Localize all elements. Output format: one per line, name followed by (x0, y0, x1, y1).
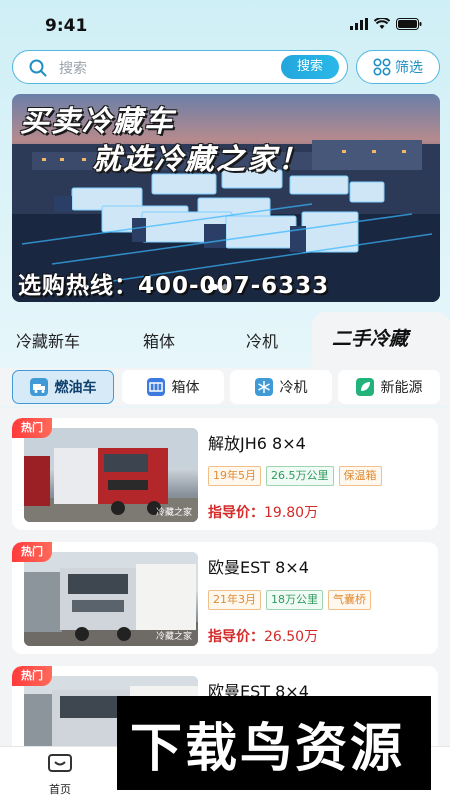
hot-badge: 热门 (12, 666, 52, 686)
listing-title: 解放JH6 8×4 (208, 434, 306, 453)
filter-label: 筛选 (395, 60, 423, 76)
category-tabs: 冷藏新车 箱体 冷机 二手冷藏 (0, 312, 450, 368)
search-input[interactable]: 搜索 搜索 (12, 50, 348, 84)
filter-button[interactable]: 筛选 (356, 50, 440, 84)
subtab-cooler[interactable]: 冷机 (230, 370, 332, 404)
wifi-icon (374, 18, 390, 29)
truck-icon (29, 378, 48, 396)
tag-feature: 气囊桥 (328, 590, 371, 610)
box-icon (146, 378, 165, 396)
filter-icon (373, 58, 391, 76)
tag-mileage: 18万公里 (266, 590, 323, 610)
banner-headline-2: 就选冷藏之家！ (92, 142, 310, 176)
nav-home[interactable]: 首页 (40, 753, 80, 797)
image-watermark: 冷藏之家 (155, 632, 192, 642)
promo-banner[interactable]: 买卖冷藏车 就选冷藏之家！ 选购热线：400-007-6333 (12, 94, 440, 302)
fridge-icon (254, 378, 273, 396)
search-placeholder: 搜索 (59, 61, 87, 77)
listing-price: 指导价：19.80万 (208, 502, 318, 522)
battery-icon (396, 18, 422, 30)
search-row: 搜索 搜索 筛选 (12, 50, 440, 84)
tag-feature: 保温箱 (338, 466, 382, 486)
tab-refrigeration-unit[interactable]: 冷机 (246, 328, 278, 352)
listing-tags: 21年3月 18万公里 气囊桥 (208, 590, 371, 610)
hot-badge: 热门 (12, 542, 52, 562)
price-label: 指导价： (208, 505, 264, 521)
listing-price: 指导价：26.50万 (208, 626, 318, 646)
sub-tabs: 燃油车 箱体 冷机 新能源 (0, 368, 450, 406)
listing-tags: 19年5月 26.5万公里 保温箱 (208, 466, 382, 486)
banner-hotline: 选购热线：400-007-6333 (18, 273, 330, 299)
price-value: 19.80万 (264, 505, 319, 521)
listing-card[interactable]: 热门 冷藏之家 解放JH6 8×4 19年5月 26.5万公里 保温箱 指导价：… (12, 418, 438, 530)
image-watermark: 冷藏之家 (155, 508, 192, 518)
eco-icon (355, 378, 374, 396)
subtab-fuel[interactable]: 燃油车 (12, 370, 114, 404)
nav-home-label: 首页 (49, 783, 71, 796)
search-icon (29, 59, 47, 77)
overlay-watermark: 下载鸟资源 (130, 719, 406, 779)
tab-used-refrigerated[interactable]: 二手冷藏 (332, 324, 408, 351)
search-button[interactable]: 搜索 (281, 55, 339, 79)
listing-title: 欧曼EST 8×4 (208, 558, 309, 577)
hot-badge: 热门 (12, 418, 52, 438)
subtab-new-energy-label: 新能源 (380, 380, 423, 396)
subtab-box-label: 箱体 (171, 380, 200, 396)
subtab-new-energy[interactable]: 新能源 (338, 370, 440, 404)
home-icon (48, 754, 72, 772)
status-bar: 9:41 (0, 0, 450, 46)
banner-headline-1: 买卖冷藏车 (20, 104, 176, 138)
tag-date: 19年5月 (208, 466, 261, 486)
status-icons (350, 18, 422, 30)
banner-dot (222, 284, 228, 290)
tag-date: 21年3月 (208, 590, 261, 610)
price-value: 26.50万 (264, 629, 319, 645)
tag-mileage: 26.5万公里 (266, 466, 334, 486)
listing-card[interactable]: 热门 冷藏之家 欧曼EST 8×4 21年3月 18万公里 气囊桥 指导价：26… (12, 542, 438, 654)
signal-icon (350, 18, 368, 30)
listing-image: 冷藏之家 (24, 428, 198, 522)
banner-pagination (208, 284, 228, 290)
subtab-fuel-label: 燃油车 (54, 380, 97, 396)
tab-box-body[interactable]: 箱体 (143, 328, 175, 352)
subtab-cooler-label: 冷机 (279, 380, 308, 396)
subtab-box[interactable]: 箱体 (122, 370, 224, 404)
banner-dot (208, 284, 218, 290)
price-label: 指导价： (208, 629, 264, 645)
tab-new-refrigerated[interactable]: 冷藏新车 (16, 328, 80, 352)
listing-image: 冷藏之家 (24, 552, 198, 646)
status-time: 9:41 (45, 16, 88, 36)
